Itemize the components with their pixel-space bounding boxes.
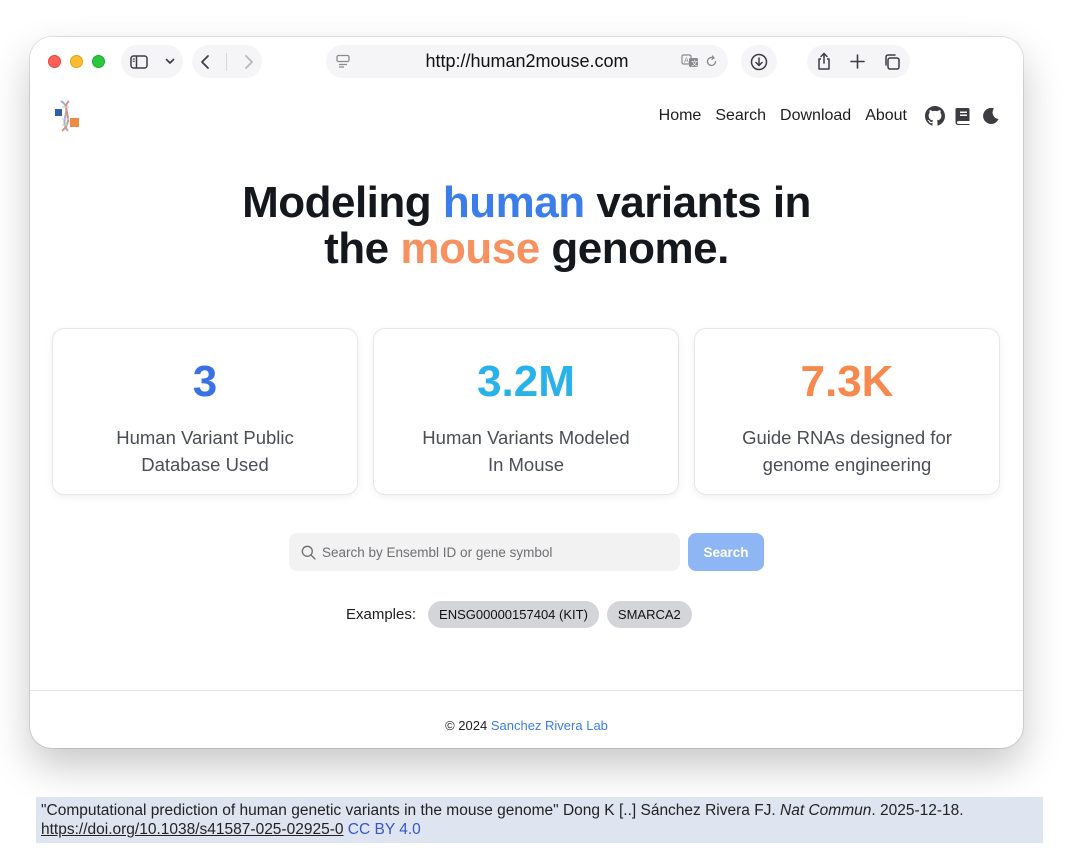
citation-journal: Nat Commun [780, 802, 872, 819]
minimize-window-button[interactable] [70, 55, 83, 68]
translate-icon[interactable]: A文 [681, 54, 699, 68]
nav-about[interactable]: About [865, 107, 907, 125]
new-tab-icon[interactable] [850, 54, 865, 69]
stat-value: 3.2M [477, 357, 575, 406]
stat-label: Human Variants Modeled In Mouse [422, 427, 630, 475]
example-chip-kit[interactable]: ENSG00000157404 (KIT) [428, 601, 599, 628]
nav-search[interactable]: Search [715, 107, 766, 125]
footer-copyright: © 2024 [445, 718, 491, 733]
moon-icon[interactable] [981, 106, 1001, 131]
example-chip-smarca2[interactable]: SMARCA2 [606, 601, 692, 628]
stat-card-databases: 3 Human Variant Public Database Used [52, 328, 358, 495]
hero-heading: Modeling human variants in the mouse gen… [30, 180, 1023, 272]
stat-card-guides: 7.3K Guide RNAs designed for genome engi… [694, 328, 1000, 495]
site-logo[interactable] [52, 97, 92, 137]
browser-window: http://human2mouse.com A文 Home Search Do… [30, 37, 1023, 748]
close-window-button[interactable] [48, 55, 61, 68]
site-header: Home Search Download About [30, 87, 1023, 147]
zoom-window-button[interactable] [92, 55, 105, 68]
citation-date: . 2025-12-18. [871, 802, 964, 819]
history-nav-group [192, 45, 262, 78]
svg-text:A: A [684, 57, 689, 65]
examples-row: Examples: ENSG00000157404 (KIT) SMARCA2 [346, 601, 692, 628]
examples-label: Examples: [346, 606, 417, 623]
site-footer: © 2024 Sanchez Rivera Lab [30, 718, 1023, 733]
hero-highlight-mouse: mouse [400, 224, 540, 273]
downloads-button[interactable] [741, 45, 777, 78]
stage: http://human2mouse.com A文 Home Search Do… [0, 0, 1067, 862]
hero-text-part1: Modeling [242, 178, 443, 227]
main-nav: Home Search Download About [659, 107, 907, 125]
browser-toolbar: http://human2mouse.com A文 [30, 37, 1023, 87]
search-button[interactable]: Search [688, 533, 764, 571]
reload-icon[interactable] [705, 54, 718, 68]
hero-highlight-human: human [442, 178, 585, 227]
citation-doi-link[interactable]: https://doi.org/10.1038/s41587-025-02925… [41, 821, 343, 838]
nav-download[interactable]: Download [780, 107, 851, 125]
citation-text: "Computational prediction of human genet… [41, 802, 781, 819]
forward-icon[interactable] [244, 54, 254, 70]
sidebar-icon[interactable] [129, 54, 148, 69]
stat-label: Guide RNAs designed for genome engineeri… [742, 427, 952, 475]
footer-divider [30, 690, 1023, 691]
stat-card-variants: 3.2M Human Variants Modeled In Mouse [373, 328, 679, 495]
svg-text:文: 文 [691, 59, 698, 68]
stat-label: Human Variant Public Database Used [116, 427, 294, 475]
share-icon[interactable] [816, 52, 832, 71]
window-actions-group [807, 45, 910, 78]
nav-separator [226, 52, 228, 71]
tab-overview-icon[interactable] [883, 53, 901, 71]
citation-caption: "Computational prediction of human genet… [36, 797, 1043, 843]
search-input[interactable] [322, 544, 662, 560]
download-icon[interactable] [750, 53, 768, 71]
chevron-down-icon[interactable] [165, 58, 175, 65]
github-icon[interactable] [925, 106, 945, 131]
back-icon[interactable] [200, 54, 210, 70]
search-box [289, 533, 680, 571]
footer-lab-link[interactable]: Sanchez Rivera Lab [491, 718, 608, 733]
hero-text-part3: the [324, 224, 401, 273]
book-icon[interactable] [953, 106, 973, 131]
nav-icon-group [925, 106, 1001, 131]
search-icon [301, 545, 316, 560]
sidebar-toggle-group [121, 45, 183, 78]
nav-home[interactable]: Home [659, 107, 702, 125]
stat-value: 7.3K [800, 357, 894, 406]
citation-license-link[interactable]: CC BY 4.0 [348, 821, 421, 838]
hero-text-part4: genome. [539, 224, 729, 273]
url-text[interactable]: http://human2mouse.com [326, 51, 728, 72]
hero-text-part2: variants in [584, 178, 811, 227]
stat-value: 3 [192, 357, 218, 406]
address-bar[interactable]: http://human2mouse.com A文 [326, 45, 728, 78]
address-bar-actions: A文 [681, 54, 718, 68]
